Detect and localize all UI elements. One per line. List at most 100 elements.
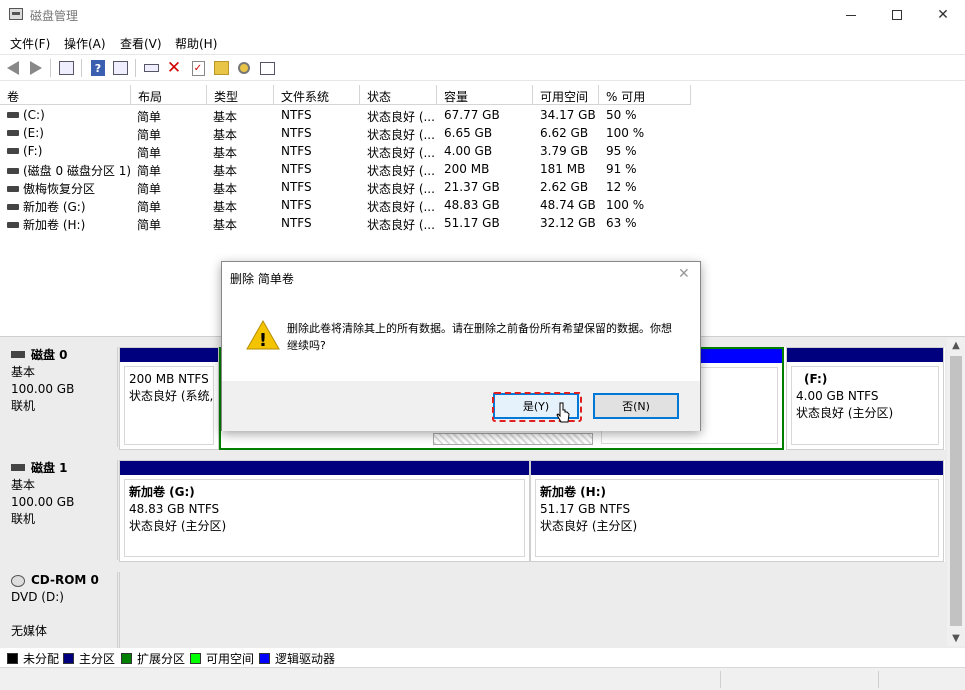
disk-1-size: 100.00 GB xyxy=(11,495,75,509)
table-cell: (磁盘 0 磁盘分区 1) xyxy=(7,162,131,179)
table-cell: 基本 xyxy=(213,218,238,232)
menu-view[interactable]: 查看(V) xyxy=(120,35,162,52)
disk-1-title: 磁盘 1 xyxy=(11,460,117,477)
minimize-button[interactable] xyxy=(828,0,874,30)
properties-icon xyxy=(112,61,128,75)
show-hide-console-tree-button[interactable] xyxy=(57,59,75,77)
delete-x-icon: ✕ xyxy=(166,58,182,78)
list-icon xyxy=(259,61,275,75)
col-header-layout[interactable]: 布局 xyxy=(131,85,207,105)
table-cell: 基本 xyxy=(213,182,238,196)
partition-name: 新加卷 (H:) xyxy=(540,485,606,499)
scroll-down-icon[interactable]: ▼ xyxy=(951,633,961,644)
volume-icon xyxy=(7,203,19,210)
col-header-filesystem[interactable]: 文件系统 xyxy=(274,85,360,105)
maximize-button[interactable] xyxy=(874,0,920,30)
delete-volume-dialog: 删除 简单卷 ✕ ! 删除此卷将清除其上的所有数据。请在删除之前备份所有希望保留… xyxy=(221,261,701,431)
cdrom-media-area xyxy=(119,572,945,648)
properties-button[interactable] xyxy=(111,59,129,77)
disk-1-type: 基本 xyxy=(11,478,36,492)
table-cell: 95 % xyxy=(606,144,637,158)
partition-f[interactable]: (F:) 4.00 GB NTFS 状态良好 (主分区) xyxy=(786,347,944,450)
col-header-status[interactable]: 状态 xyxy=(360,85,437,105)
col-header-type[interactable]: 类型 xyxy=(207,85,274,105)
list-button[interactable] xyxy=(258,59,276,77)
disk-1-label[interactable]: 磁盘 1 基本 100.00 GB 联机 xyxy=(4,460,118,560)
col-header-percent-free[interactable]: % 可用 xyxy=(599,85,691,105)
menu-action[interactable]: 操作(A) xyxy=(64,35,106,52)
col-header-capacity[interactable]: 容量 xyxy=(437,85,533,105)
toolbar-separator xyxy=(50,59,51,77)
table-cell: 傲梅恢复分区 xyxy=(7,180,95,197)
no-button[interactable]: 否(N) xyxy=(593,393,679,419)
legend-swatch xyxy=(259,653,270,664)
console-tree-icon xyxy=(58,61,74,75)
table-cell: NTFS xyxy=(281,126,312,140)
search-button[interactable] xyxy=(235,59,253,77)
disk-management-icon xyxy=(9,8,23,20)
checklist-icon: ✓ xyxy=(191,60,205,76)
legend-extended: 扩展分区 xyxy=(121,650,185,667)
col-header-volume[interactable]: 卷 xyxy=(0,85,131,105)
close-button[interactable]: ✕ xyxy=(920,0,965,30)
table-cell: 简单 xyxy=(137,182,162,196)
table-row[interactable]: (F:) 简单 基本 NTFS 状态良好 (... 4.00 GB 3.79 GB 95 % xyxy=(0,142,700,160)
disk-icon xyxy=(11,464,25,471)
table-row[interactable]: (E:) 简单 基本 NTFS 状态良好 (... 6.65 GB 6.62 GB 100 % xyxy=(0,124,700,142)
back-button[interactable] xyxy=(4,59,22,77)
dialog-close-icon[interactable]: ✕ xyxy=(678,266,690,282)
table-cell: 基本 xyxy=(213,200,238,214)
partition-system[interactable]: 200 MB NTFS 状态良好 (系统, xyxy=(119,347,219,450)
cdrom-type: DVD (D:) xyxy=(11,590,64,604)
table-cell: 4.00 GB xyxy=(444,144,493,158)
scroll-up-icon[interactable]: ▲ xyxy=(951,340,961,351)
table-row[interactable]: (磁盘 0 磁盘分区 1) 简单 基本 NTFS 状态良好 (... 200 MB 181 … xyxy=(0,160,700,178)
table-row[interactable]: 新加卷 (G:) 简单 基本 NTFS 状态良好 (... 48.83 GB 48.74 G… xyxy=(0,196,700,214)
menu-bar: 文件(F) 操作(A) 查看(V) 帮助(H) xyxy=(0,31,965,53)
open-button[interactable] xyxy=(212,59,230,77)
table-cell: 2.62 GB xyxy=(540,180,589,194)
help-button[interactable]: ? xyxy=(89,59,107,77)
table-cell: 基本 xyxy=(213,164,238,178)
table-cell: 简单 xyxy=(137,200,162,214)
forward-button[interactable] xyxy=(27,59,45,77)
partition-status: 状态良好 (主分区) xyxy=(129,519,227,533)
disk-0-label[interactable]: 磁盘 0 基本 100.00 GB 联机 xyxy=(4,347,118,447)
toolbar-separator xyxy=(135,59,136,77)
scroll-thumb[interactable] xyxy=(950,356,962,626)
table-cell: NTFS xyxy=(281,144,312,158)
free-space-pattern xyxy=(433,433,593,445)
cdrom-status: 无媒体 xyxy=(11,624,48,638)
legend-primary: 主分区 xyxy=(63,650,115,667)
disk-0-size: 100.00 GB xyxy=(11,382,75,396)
connect-icon xyxy=(143,64,159,72)
partition-bar xyxy=(787,348,943,362)
vertical-scrollbar[interactable]: ▲ ▼ xyxy=(947,338,965,646)
svg-text:!: ! xyxy=(259,330,267,351)
table-cell: 32.12 GB xyxy=(540,216,596,230)
menu-file[interactable]: 文件(F) xyxy=(10,35,50,52)
connect-button[interactable] xyxy=(142,59,160,77)
volume-icon xyxy=(7,185,19,192)
search-icon xyxy=(238,62,250,74)
status-divider xyxy=(720,671,721,688)
table-row[interactable]: 傲梅恢复分区 简单 基本 NTFS 状态良好 (... 21.37 GB 2.62 GB 12… xyxy=(0,178,700,196)
partition-name: (F:) xyxy=(804,372,828,386)
partition-g[interactable]: 新加卷 (G:) 48.83 GB NTFS 状态良好 (主分区) xyxy=(119,460,530,562)
legend-swatch xyxy=(63,653,74,664)
cdrom-label[interactable]: CD-ROM 0 DVD (D:) 无媒体 xyxy=(4,572,118,648)
table-cell: NTFS xyxy=(281,216,312,230)
back-arrow-icon xyxy=(7,61,19,75)
menu-help[interactable]: 帮助(H) xyxy=(175,35,217,52)
table-row[interactable]: (C:) 简单 基本 NTFS 状态良好 (... 67.77 GB 34.17 GB 50 … xyxy=(0,106,700,124)
partition-bar xyxy=(531,461,943,475)
col-header-free-space[interactable]: 可用空间 xyxy=(533,85,599,105)
dialog-footer: 是(Y) 否(N) xyxy=(222,381,700,431)
table-row[interactable]: 新加卷 (H:) 简单 基本 NTFS 状态良好 (... 51.17 GB 32.12 G… xyxy=(0,214,700,232)
table-cell: NTFS xyxy=(281,162,312,176)
table-cell: 简单 xyxy=(137,128,162,142)
delete-button[interactable]: ✕ xyxy=(165,58,183,78)
table-cell: 新加卷 (H:) xyxy=(7,216,85,233)
partition-h[interactable]: 新加卷 (H:) 51.17 GB NTFS 状态良好 (主分区) xyxy=(530,460,944,562)
check-button[interactable]: ✓ xyxy=(189,59,207,77)
